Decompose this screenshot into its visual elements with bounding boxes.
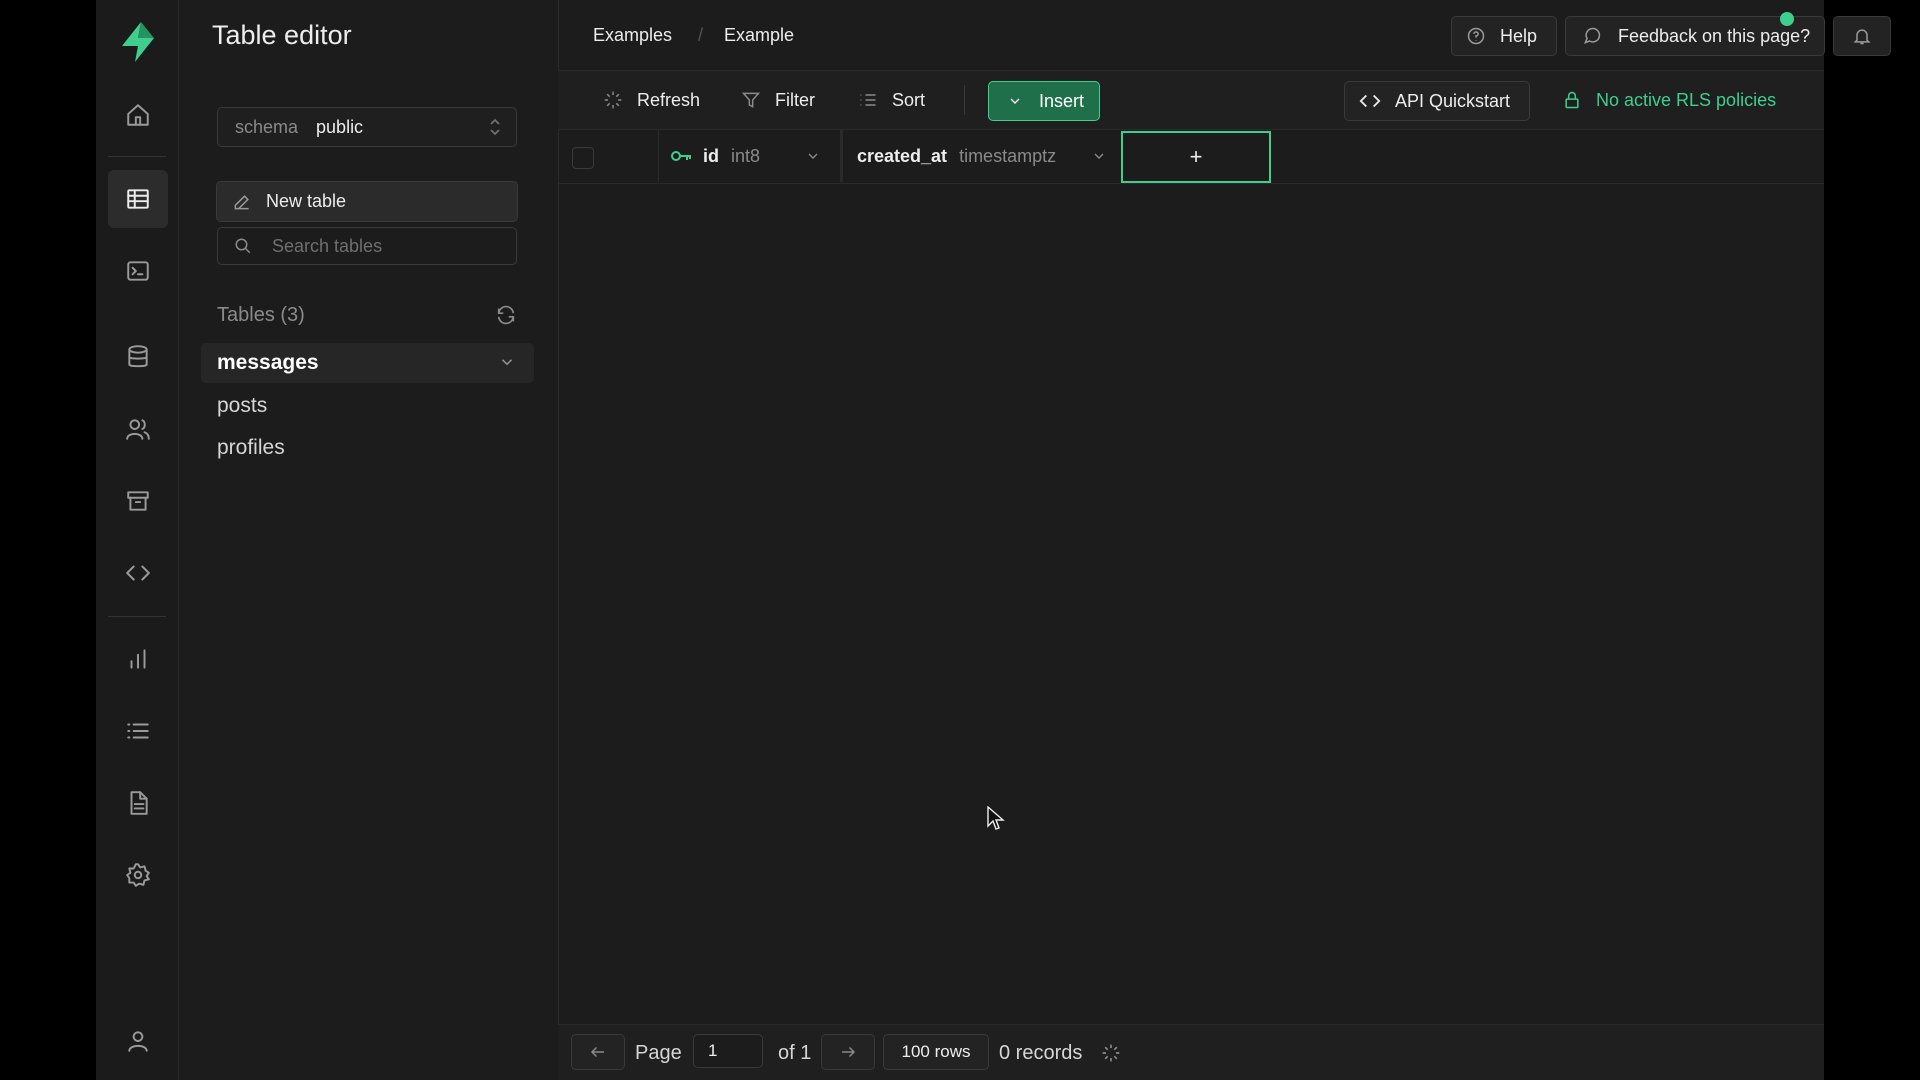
feedback-label: Feedback on this page?: [1618, 25, 1811, 46]
logs-icon[interactable]: [108, 702, 168, 760]
arrow-left-icon: [590, 1046, 604, 1058]
table-item-label: profiles: [217, 436, 285, 459]
table-sidebar: Table editor schema public New table Tab…: [179, 0, 559, 1080]
home-icon[interactable]: [108, 86, 168, 144]
search-tables-field[interactable]: [217, 227, 517, 265]
column-header-created-at[interactable]: created_at timestamptz: [840, 130, 1123, 182]
column-name: id: [703, 145, 719, 166]
table-item-label: messages: [217, 351, 319, 374]
rls-label: No active RLS policies: [1596, 89, 1777, 110]
mouse-cursor-icon: [987, 806, 1005, 830]
new-table-label: New table: [266, 191, 347, 211]
grid-toolbar: Refresh Filter Sort Insert API Quickstar…: [558, 71, 1824, 130]
loading-icon: [1102, 1044, 1120, 1062]
help-label: Help: [1500, 25, 1538, 46]
schema-label: schema: [235, 116, 299, 137]
auth-users-icon[interactable]: [108, 400, 168, 458]
tables-header: Tables (3): [217, 304, 305, 326]
chevron-down-icon[interactable]: [498, 353, 516, 371]
docs-icon[interactable]: [108, 774, 168, 832]
help-icon: [1467, 27, 1485, 45]
database-icon[interactable]: [108, 328, 168, 386]
table-item-messages[interactable]: messages: [201, 343, 534, 383]
records-count: 0 records: [999, 1042, 1083, 1064]
select-all-checkbox[interactable]: [572, 147, 594, 169]
top-bar: Examples / Example Help Feedback on this…: [558, 0, 1891, 71]
key-icon: [671, 151, 691, 161]
insert-button[interactable]: Insert: [988, 81, 1100, 121]
chevron-down-icon[interactable]: [1091, 148, 1107, 164]
search-tables-input[interactable]: [270, 234, 494, 258]
add-column-button[interactable]: +: [1121, 131, 1271, 183]
table-item-label: posts: [217, 394, 268, 417]
filter-label: Filter: [775, 89, 815, 110]
refresh-button[interactable]: Refresh: [603, 85, 700, 115]
table-item-posts[interactable]: posts: [201, 386, 534, 426]
next-page-button[interactable]: [821, 1034, 875, 1070]
page-count-label: of 1: [778, 1042, 812, 1064]
app-window: Table editor schema public New table Tab…: [96, 0, 1891, 1080]
api-code-icon[interactable]: [108, 544, 168, 602]
sort-button[interactable]: Sort: [858, 85, 925, 115]
new-table-button[interactable]: New table: [216, 181, 518, 222]
nav-rail: [96, 0, 179, 1080]
schema-select[interactable]: schema public: [217, 107, 517, 147]
column-type: timestamptz: [959, 145, 1057, 166]
settings-icon[interactable]: [108, 846, 168, 904]
previous-page-button[interactable]: [571, 1034, 625, 1070]
rail-divider: [108, 156, 166, 157]
lock-icon: [1565, 91, 1579, 109]
pagination-footer: Page of 1 100 rows 0 records: [558, 1024, 1824, 1080]
column-header-id[interactable]: id int8: [658, 130, 837, 182]
sql-editor-icon[interactable]: [108, 242, 168, 300]
breadcrumb-project[interactable]: Example: [724, 25, 794, 46]
chevron-down-icon[interactable]: [805, 148, 821, 164]
notification-dot: [1780, 12, 1794, 26]
column-type: int8: [731, 145, 761, 166]
breadcrumb-org[interactable]: Examples: [593, 25, 672, 46]
api-quickstart-label: API Quickstart: [1395, 90, 1511, 111]
message-icon: [1583, 27, 1601, 45]
refresh-tables-button[interactable]: [495, 304, 519, 328]
storage-icon[interactable]: [108, 472, 168, 530]
breadcrumb-separator: /: [698, 25, 704, 45]
toolbar-divider: [964, 85, 965, 115]
profile-icon[interactable]: [108, 1012, 168, 1070]
api-quickstart-button[interactable]: API Quickstart: [1344, 81, 1530, 121]
code-icon: [1359, 94, 1381, 108]
page-number-input[interactable]: [693, 1034, 763, 1068]
schema-value: public: [316, 116, 364, 137]
sort-label: Sort: [892, 89, 926, 110]
rls-policies-link[interactable]: No active RLS policies: [1562, 81, 1776, 119]
sort-icon: [860, 94, 876, 106]
loading-icon: [604, 91, 622, 109]
arrow-right-icon: [842, 1046, 856, 1058]
page-label: Page: [635, 1042, 682, 1064]
refresh-label: Refresh: [637, 89, 701, 110]
filter-button[interactable]: Filter: [741, 85, 815, 115]
supabase-logo-icon[interactable]: [118, 20, 158, 64]
table-item-profiles[interactable]: profiles: [201, 428, 534, 468]
rows-per-page-button[interactable]: 100 rows: [883, 1034, 989, 1070]
search-icon: [235, 238, 251, 254]
chevron-up-down-icon: [490, 118, 500, 136]
refresh-icon: [497, 305, 515, 325]
reports-icon[interactable]: [108, 630, 168, 688]
rail-divider: [108, 616, 166, 617]
help-button[interactable]: Help: [1451, 16, 1557, 56]
grid-header: id int8 created_at timestamptz +: [558, 130, 1824, 184]
notifications-button[interactable]: [1833, 16, 1891, 56]
edit-icon: [234, 194, 249, 209]
table-editor-icon[interactable]: [108, 170, 168, 228]
page-title: Table editor: [212, 20, 352, 50]
filter-icon: [741, 92, 761, 108]
column-name: created_at: [857, 145, 948, 166]
insert-label: Insert: [1039, 90, 1085, 111]
chevron-down-icon: [1010, 98, 1020, 104]
bell-icon: [1853, 29, 1871, 45]
